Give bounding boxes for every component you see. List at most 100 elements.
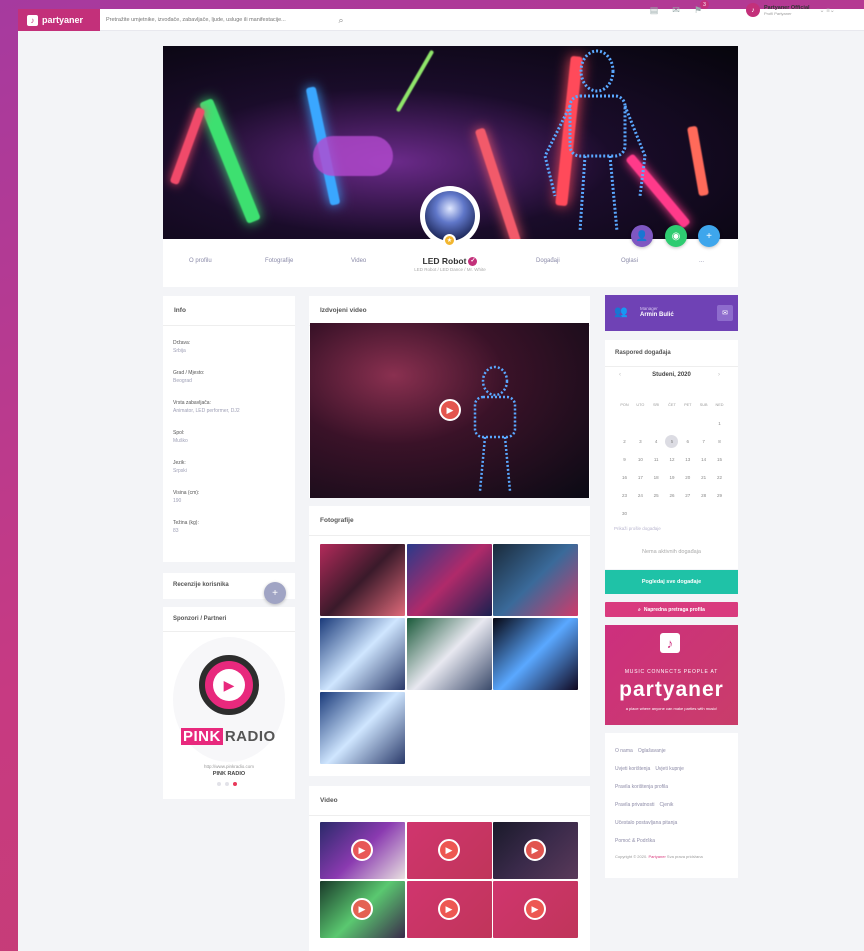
- follow-button[interactable]: ◉: [665, 225, 687, 247]
- calendar-day[interactable]: 1: [713, 421, 726, 426]
- calendar-day[interactable]: 24: [634, 493, 647, 498]
- calendar-day[interactable]: 16: [618, 475, 631, 480]
- play-button[interactable]: ▶: [351, 898, 373, 920]
- photo-thumbnail[interactable]: [320, 618, 405, 690]
- user-menu[interactable]: ♪ Partyaner Official Profil Partyaner ⌄ …: [746, 3, 835, 17]
- calendar-day[interactable]: 8: [713, 439, 726, 444]
- calendar-day[interactable]: 3: [634, 439, 647, 444]
- calendar-day[interactable]: 20: [681, 475, 694, 480]
- add-review-button[interactable]: +: [264, 582, 286, 604]
- profile-subtitle: LED Robot / LED Dance / Mr. White: [414, 267, 486, 272]
- news-icon[interactable]: ▤: [648, 4, 660, 16]
- calendar-day[interactable]: 4: [650, 439, 663, 444]
- add-button[interactable]: +: [698, 225, 720, 247]
- play-button[interactable]: ▶: [438, 839, 460, 861]
- photo-thumbnail[interactable]: [407, 544, 492, 616]
- info-field-value: Srbija: [173, 348, 186, 354]
- weekday-label: UTO: [636, 403, 645, 407]
- calendar-day[interactable]: 28: [697, 493, 710, 498]
- photo-thumbnail[interactable]: [320, 692, 405, 764]
- sponsor-logo[interactable]: ▶ PINK RADIO: [173, 637, 285, 762]
- play-button[interactable]: ▶: [524, 839, 546, 861]
- featured-video-player[interactable]: ▶: [310, 323, 589, 498]
- calendar-day[interactable]: 29: [713, 493, 726, 498]
- footer-link-support[interactable]: Pomoć & Podrška: [615, 838, 655, 844]
- video-thumbnail[interactable]: ▶: [493, 822, 578, 879]
- calendar-day[interactable]: 25: [650, 493, 663, 498]
- play-button[interactable]: ▶: [438, 898, 460, 920]
- play-button[interactable]: ▶: [351, 839, 373, 861]
- carousel-dot[interactable]: [225, 782, 229, 786]
- video-thumbnail[interactable]: ▶: [320, 822, 405, 879]
- calendar-day[interactable]: 14: [697, 457, 710, 462]
- calendar-day[interactable]: 6: [681, 439, 694, 444]
- view-all-events-button[interactable]: Pogledaj sve događaje: [605, 570, 738, 594]
- video-thumbnail[interactable]: ▶: [407, 822, 492, 879]
- tab-events[interactable]: Događaji: [536, 258, 560, 264]
- carousel-dot-active[interactable]: [233, 782, 237, 786]
- search-icon[interactable]: ⌕: [336, 15, 346, 25]
- site-logo[interactable]: ♪ partyaner: [18, 9, 100, 31]
- calendar-day[interactable]: 18: [650, 475, 663, 480]
- footer-link-profile-rules[interactable]: Pravila korištenja profila: [615, 784, 668, 790]
- calendar-day[interactable]: 13: [681, 457, 694, 462]
- footer-link-purchase-terms[interactable]: Uvjeti kupnje: [655, 766, 684, 772]
- calendar-day[interactable]: 27: [681, 493, 694, 498]
- photo-thumbnail[interactable]: [493, 618, 578, 690]
- footer-link-faq[interactable]: Učestalo postavljana pitanja: [615, 820, 677, 826]
- footer-link-about[interactable]: O nama: [615, 748, 633, 754]
- calendar-day[interactable]: 7: [697, 439, 710, 444]
- calendar-day[interactable]: 21: [697, 475, 710, 480]
- manager-card[interactable]: 👥 Manager Armin Bulić ✉: [605, 295, 738, 331]
- photo-thumbnail[interactable]: [320, 544, 405, 616]
- calendar-day[interactable]: 15: [713, 457, 726, 462]
- carousel-dot[interactable]: [217, 782, 221, 786]
- past-events-link[interactable]: Prikaži prošle događaje: [614, 526, 661, 531]
- video-thumbnail[interactable]: ▶: [320, 881, 405, 938]
- contact-manager-button[interactable]: ✉: [717, 305, 733, 321]
- manager-name: Armin Bulić: [640, 312, 674, 318]
- play-button[interactable]: ▶: [524, 898, 546, 920]
- tab-about[interactable]: O profilu: [189, 258, 212, 264]
- photos-card: Fotografije: [309, 506, 590, 776]
- badge-icon: ★: [443, 234, 456, 247]
- calendar-week: 23 24 25 26 27 28 29: [618, 486, 726, 504]
- search-input[interactable]: [106, 17, 336, 23]
- photo-thumbnail[interactable]: [407, 618, 492, 690]
- tab-more[interactable]: ...: [699, 258, 704, 264]
- calendar-day[interactable]: 19: [665, 475, 678, 480]
- calendar-day[interactable]: 26: [665, 493, 678, 498]
- calendar-day[interactable]: 22: [713, 475, 726, 480]
- footer-link-advertising[interactable]: Oglašavanje: [638, 748, 666, 754]
- advanced-search-button[interactable]: ⌕ Napredna pretraga profila: [605, 602, 738, 617]
- calendar-day[interactable]: 10: [634, 457, 647, 462]
- notifications-icon[interactable]: ⚑ 3: [692, 0, 709, 16]
- video-thumbnail[interactable]: ▶: [493, 881, 578, 938]
- add-friend-button[interactable]: 👤: [631, 225, 653, 247]
- calendar-day[interactable]: 17: [634, 475, 647, 480]
- copyright-brand[interactable]: Partyaner: [648, 854, 665, 859]
- tab-video[interactable]: Video: [351, 258, 366, 264]
- messages-icon[interactable]: ✉: [670, 4, 682, 16]
- calendar-day[interactable]: 30: [618, 511, 631, 516]
- tab-photos[interactable]: Fotografije: [265, 258, 293, 264]
- tab-ads[interactable]: Oglasi: [621, 258, 638, 264]
- footer-link-privacy[interactable]: Pravila privatnosti: [615, 802, 654, 808]
- video-thumbnail[interactable]: ▶: [407, 881, 492, 938]
- calendar-day[interactable]: 5: [665, 434, 679, 448]
- carousel-dots[interactable]: [217, 782, 237, 786]
- footer-link-pricing[interactable]: Cjenik: [659, 802, 673, 808]
- calendar-day[interactable]: 11: [650, 457, 663, 462]
- notification-badge: 3: [700, 0, 709, 9]
- play-button[interactable]: ▶: [439, 399, 461, 421]
- footer-link-terms[interactable]: Uvjeti korištenja: [615, 766, 650, 772]
- next-month-icon[interactable]: ›: [718, 372, 720, 378]
- calendar-day[interactable]: 23: [618, 493, 631, 498]
- calendar-day[interactable]: 9: [618, 457, 631, 462]
- calendar-day[interactable]: 12: [665, 457, 678, 462]
- calendar-day[interactable]: 2: [618, 439, 631, 444]
- sponsor-url[interactable]: http://www.pinkradio.com: [163, 764, 295, 769]
- photo-thumbnail[interactable]: [493, 544, 578, 616]
- profile-name: LED Robot ✓: [380, 256, 520, 267]
- partyaner-ad-banner[interactable]: ♪ MUSIC CONNECTS PEOPLE AT partyaner a p…: [605, 625, 738, 725]
